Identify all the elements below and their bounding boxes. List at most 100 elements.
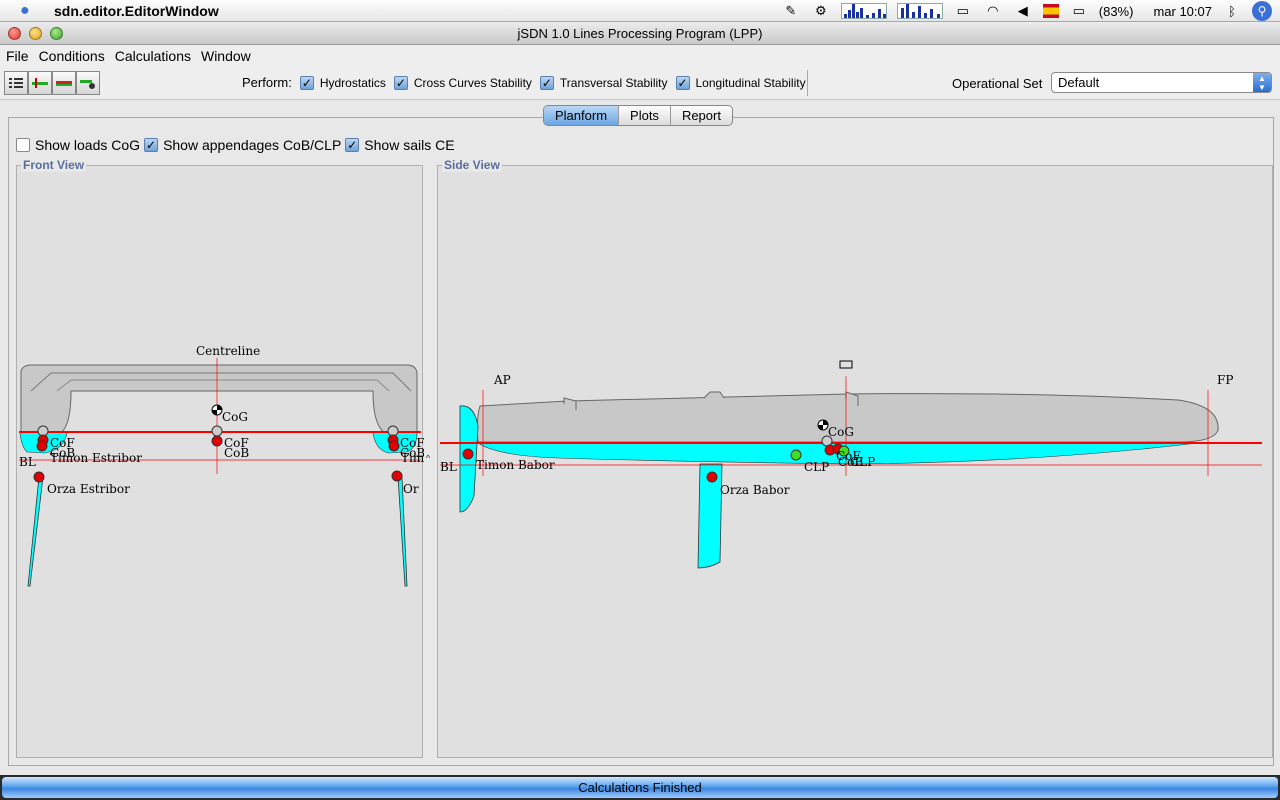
side-sail-ce-marker <box>839 360 853 369</box>
side-cog-label: CoG <box>828 425 854 439</box>
volume-icon[interactable]: ◀ <box>1013 3 1033 19</box>
menu-window[interactable]: Window <box>201 48 251 64</box>
side-view-panel[interactable]: Side View AP FP BL CoG CLP CLP CoF CoB T… <box>437 158 1274 759</box>
side-view-drawing[interactable]: AP FP BL CoG CLP CLP CoF CoB Timon Babor… <box>438 166 1274 759</box>
front-cob-label: CoB <box>224 446 249 460</box>
longitudinal-stability-option[interactable]: ✓ Longitudinal Stability <box>675 75 806 90</box>
tab-planform[interactable]: Planform <box>544 106 619 125</box>
front-timon-label: Timon Estribor <box>50 451 142 465</box>
select-arrows-icon: ▲ ▼ <box>1253 73 1271 92</box>
tab-plots[interactable]: Plots <box>618 106 670 125</box>
operational-set-select[interactable]: Default ▲ ▼ <box>1051 72 1272 93</box>
network-icon[interactable]: ⚙ <box>811 3 831 19</box>
front-orza-label: Orza Estribor <box>47 482 130 496</box>
side-orza-label: Orza Babor <box>720 483 790 497</box>
show-appendages-option[interactable]: ✓ Show appendages CoB/CLP <box>144 137 341 153</box>
show-sails-ce-label: Show sails CE <box>364 137 455 153</box>
menu-file[interactable]: File <box>6 48 29 64</box>
front-orza-right-label: Or <box>403 482 419 496</box>
front-view-panel[interactable]: Front View Centreline CoG CoF CoB CoF Co… <box>16 158 424 759</box>
side-deck-fitting <box>703 391 725 399</box>
front-cob-left2 <box>36 440 48 452</box>
script-icon[interactable]: ✎ <box>781 3 801 19</box>
front-orza-left <box>33 471 45 483</box>
transversal-stability-checkbox[interactable]: ✓ <box>539 75 554 90</box>
status-progress-bar: Calculations Finished <box>2 777 1278 798</box>
input-source-flag-icon[interactable] <box>1042 4 1059 18</box>
transversal-stability-label: Transversal Stability <box>559 75 668 90</box>
hull-gear-icon <box>80 80 95 89</box>
hydrostatics-checkbox[interactable]: ✓ <box>299 75 314 90</box>
show-loads-cog-checkbox[interactable] <box>16 138 30 152</box>
show-sails-ce-checkbox[interactable]: ✓ <box>345 138 360 152</box>
show-loads-cog-option[interactable]: Show loads CoG <box>16 137 140 153</box>
bluetooth-icon[interactable]: ᛒ <box>1222 3 1242 19</box>
front-bl-label: BL <box>19 455 36 469</box>
centreline-label: Centreline <box>196 344 260 358</box>
side-fp-label: FP <box>1217 373 1233 387</box>
transversal-stability-option[interactable]: ✓ Transversal Stability <box>539 75 668 90</box>
side-dagger-point <box>706 471 718 483</box>
tool-button-group <box>4 71 100 95</box>
side-rudder-point <box>462 448 474 460</box>
show-sails-ce-option[interactable]: ✓ Show sails CE <box>345 137 455 153</box>
split-pane-divider-arrow[interactable]: ^ <box>426 453 430 463</box>
menu-calculations[interactable]: Calculations <box>115 48 191 64</box>
show-appendages-checkbox[interactable]: ✓ <box>144 138 159 152</box>
display-icon[interactable]: ▭ <box>953 3 973 19</box>
network-graph-icon <box>896 3 943 19</box>
longitudinal-stability-checkbox[interactable]: ✓ <box>675 75 690 90</box>
list-view-button[interactable] <box>4 71 28 95</box>
status-bar: Calculations Finished <box>0 775 1280 800</box>
perform-label: Perform: <box>242 75 292 90</box>
toolbar: Perform: ✓ Hydrostatics ✓ Cross Curves S… <box>0 67 1280 100</box>
menu-conditions[interactable]: Conditions <box>39 48 105 64</box>
front-hull-shape <box>20 364 418 435</box>
list-icon <box>9 78 23 88</box>
front-cob-right2 <box>388 440 400 452</box>
menubar-status-area: ✎ ⚙ ▭ ◠ ◀ ▭ (83%) mar 10:07 ᛒ ⚲ <box>781 0 1280 22</box>
side-clp-label: CLP <box>804 460 829 474</box>
side-cob-label: CoB <box>838 455 863 469</box>
hull-section-icon <box>56 81 72 86</box>
apple-menu-icon[interactable]: ● <box>20 2 38 20</box>
operational-set-value: Default <box>1058 75 1100 90</box>
front-orza-right <box>391 470 403 482</box>
hull-green-button[interactable] <box>28 71 52 95</box>
spotlight-search-icon[interactable]: ⚲ <box>1252 1 1272 21</box>
show-loads-cog-label: Show loads CoG <box>35 137 141 153</box>
clock[interactable]: mar 10:07 <box>1153 4 1212 19</box>
front-cob-center <box>211 435 223 447</box>
front-cog-label: CoG <box>222 410 248 424</box>
status-text: Calculations Finished <box>578 780 702 795</box>
side-bl-label: BL <box>440 460 457 474</box>
app-name-menu[interactable]: sdn.editor.EditorWindow <box>54 3 219 19</box>
hull-red-button[interactable] <box>52 71 76 95</box>
side-ap-label: AP <box>493 373 511 387</box>
tab-report[interactable]: Report <box>669 106 732 125</box>
system-menubar: ● sdn.editor.EditorWindow ✎ ⚙ ▭ ◠ ◀ ▭ (8… <box>0 0 1280 22</box>
toolbar-separator <box>807 70 808 96</box>
hull-icon <box>32 78 48 88</box>
hydrostatics-option[interactable]: ✓ Hydrostatics <box>299 75 386 90</box>
side-timon-label: Timon Babor <box>476 458 555 472</box>
battery-percent: (83%) <box>1098 3 1134 19</box>
front-view-drawing[interactable]: Centreline CoG CoF CoB CoF CoB BL Timon … <box>17 166 424 759</box>
view-tabs: Planform Plots Report <box>543 105 733 126</box>
app-menubar: File Conditions Calculations Window <box>0 45 1280 67</box>
cpu-graph-icon <box>840 3 887 19</box>
hydrostatics-label: Hydrostatics <box>319 75 386 90</box>
front-timon-right-label: Tim <box>401 451 424 465</box>
cross-curves-label: Cross Curves Stability <box>413 75 532 90</box>
wifi-icon[interactable]: ◠ <box>983 3 1003 19</box>
hull-settings-button[interactable] <box>76 71 100 95</box>
cross-curves-option[interactable]: ✓ Cross Curves Stability <box>393 75 532 90</box>
operational-set-label: Operational Set <box>952 76 1043 91</box>
battery-icon[interactable]: ▭ <box>1069 3 1089 19</box>
side-clp-green <box>790 449 802 461</box>
longitudinal-stability-label: Longitudinal Stability <box>695 75 806 90</box>
window-title: jSDN 1.0 Lines Processing Program (LPP) <box>517 26 763 41</box>
cross-curves-checkbox[interactable]: ✓ <box>393 75 408 90</box>
show-appendages-label: Show appendages CoB/CLP <box>163 137 342 153</box>
show-options: Show loads CoG ✓ Show appendages CoB/CLP… <box>16 137 459 153</box>
